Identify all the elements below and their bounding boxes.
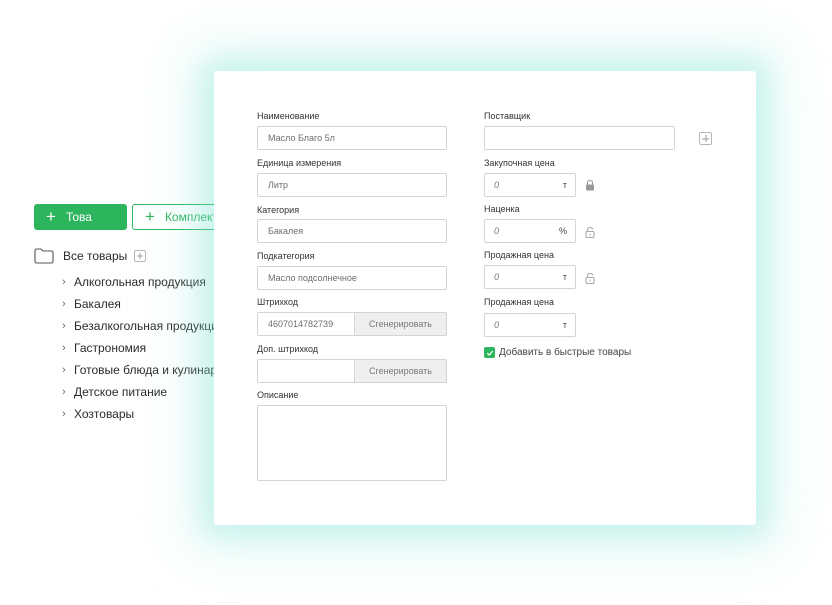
markup-value: 0 [494, 226, 500, 236]
plus-icon: + [145, 206, 155, 226]
chevron-right-icon: › [62, 320, 66, 332]
sale-price-label: Продажная цена [484, 250, 554, 260]
plus-icon: + [46, 206, 56, 226]
add-supplier-icon[interactable] [699, 132, 712, 145]
name-label: Наименование [257, 111, 320, 121]
category-select[interactable]: Бакалея [257, 219, 447, 243]
supplier-select[interactable] [484, 126, 675, 150]
category-item[interactable]: › Детское питание [62, 381, 230, 403]
checkmark-icon[interactable] [484, 347, 495, 358]
category-item[interactable]: › Безалкогольная продукция [62, 315, 230, 337]
unit-value: Литр [268, 180, 289, 190]
sale-price-input[interactable]: 0 т [484, 265, 576, 289]
supplier-label: Поставщик [484, 111, 531, 121]
percent-unit: % [558, 226, 567, 236]
markup-label: Наценка [484, 204, 520, 214]
chevron-right-icon: › [62, 364, 66, 376]
name-input[interactable]: Масло Благо 5л [257, 126, 447, 150]
category-item[interactable]: › Гастрономия [62, 337, 230, 359]
category-item[interactable]: › Алкогольная продукция [62, 271, 230, 293]
quick-products-checkbox[interactable]: Добавить в быстрые товары [484, 347, 631, 358]
lock-closed-icon[interactable] [584, 179, 596, 191]
generate-barcode-button[interactable]: Сгенерировать [355, 312, 447, 336]
generate-extra-barcode-button[interactable]: Сгенерировать [355, 359, 447, 383]
product-form-modal: Наименование Масло Благо 5л Единица изме… [214, 71, 756, 525]
currency-unit: т [562, 320, 567, 330]
currency-unit: т [562, 180, 567, 190]
add-kit-label: Комплект [164, 210, 218, 224]
currency-unit: т [562, 272, 567, 282]
unit-select[interactable]: Литр [257, 173, 447, 197]
sale-price-value: 0 [494, 272, 500, 282]
lock-open-icon[interactable] [584, 226, 596, 238]
barcode-label: Штрихкод [257, 297, 299, 307]
extra-barcode-label: Доп. штрихкод [257, 344, 319, 354]
name-value: Масло Благо 5л [268, 133, 335, 143]
chevron-right-icon: › [62, 298, 66, 310]
chevron-right-icon: › [62, 386, 66, 398]
add-category-icon[interactable] [134, 250, 147, 262]
sale-price-2-label: Продажная цена [484, 297, 554, 307]
category-item[interactable]: › Готовые блюда и кулинария [62, 359, 230, 381]
lock-open-icon[interactable] [584, 272, 596, 284]
quick-products-label: Добавить в быстрые товары [499, 347, 632, 358]
sale-price-2-input[interactable]: 0 т [484, 313, 576, 337]
category-value: Бакалея [268, 226, 304, 236]
purchase-price-input[interactable]: 0 т [484, 173, 576, 197]
description-textarea[interactable] [257, 405, 447, 481]
folder-icon [34, 248, 54, 264]
category-label: Детское питание [74, 385, 168, 399]
category-label: Хозтовары [74, 407, 135, 421]
unit-label: Единица измерения [257, 158, 342, 168]
purchase-price-value: 0 [494, 180, 500, 190]
barcode-value: 4607014782739 [268, 319, 334, 329]
barcode-input[interactable]: 4607014782739 [257, 312, 355, 336]
category-label: Готовые блюда и кулинария [74, 363, 231, 377]
category-label: Алкогольная продукция [74, 275, 206, 289]
category-item[interactable]: › Бакалея [62, 293, 230, 315]
subcategory-value: Масло подсолнечное [268, 273, 357, 283]
chevron-right-icon: › [62, 342, 66, 354]
chevron-right-icon: › [62, 276, 66, 288]
purchase-price-label: Закупочная цена [484, 158, 555, 168]
category-item[interactable]: › Хозтовары [62, 403, 230, 425]
extra-barcode-input[interactable] [257, 359, 355, 383]
category-label: Гастрономия [74, 341, 147, 355]
subcategory-select[interactable]: Масло подсолнечное [257, 266, 447, 290]
chevron-right-icon: › [62, 408, 66, 420]
category-label: Безалкогольная продукция [74, 319, 225, 333]
category-label: Категория [257, 205, 300, 215]
category-label: Бакалея [74, 297, 121, 311]
subcategory-label: Подкатегория [257, 251, 315, 261]
markup-input[interactable]: 0 % [484, 219, 576, 243]
add-product-label: Това [65, 210, 92, 224]
sale-price-2-value: 0 [494, 320, 500, 330]
category-list: › Алкогольная продукция › Бакалея › Безалко… [62, 271, 230, 425]
add-product-button[interactable]: + Това [34, 204, 127, 230]
tree-root[interactable]: Все товары [34, 248, 147, 264]
description-label: Описание [257, 390, 299, 400]
tree-root-label: Все товары [63, 249, 128, 263]
